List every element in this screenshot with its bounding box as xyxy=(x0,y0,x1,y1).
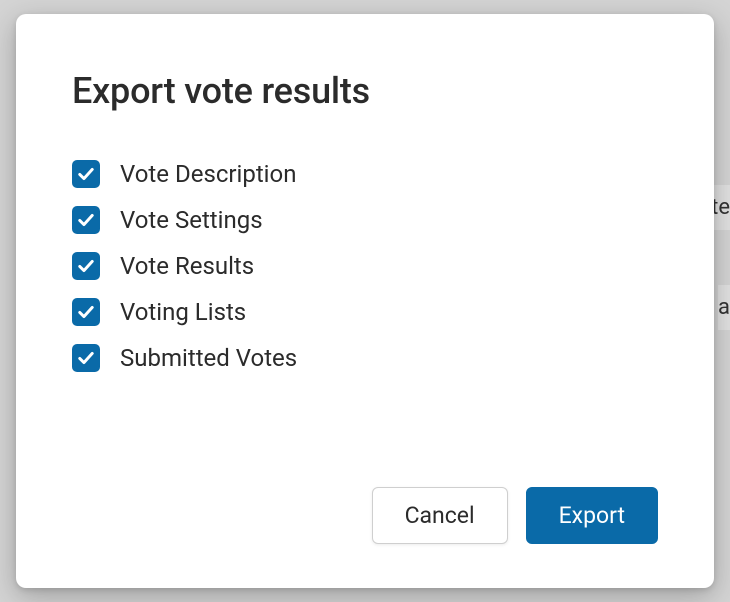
checkbox-checked-icon xyxy=(72,206,100,234)
option-vote-description[interactable]: Vote Description xyxy=(72,160,658,188)
option-label: Submitted Votes xyxy=(120,344,297,372)
export-dialog: Export vote results Vote Description Vot… xyxy=(16,14,714,588)
option-label: Vote Settings xyxy=(120,206,263,234)
dialog-title: Export vote results xyxy=(72,70,658,112)
background-text: a xyxy=(718,285,730,330)
option-label: Voting Lists xyxy=(120,298,246,326)
checkbox-checked-icon xyxy=(72,252,100,280)
export-button[interactable]: Export xyxy=(526,487,658,544)
checkbox-checked-icon xyxy=(72,298,100,326)
option-voting-lists[interactable]: Voting Lists xyxy=(72,298,658,326)
option-vote-results[interactable]: Vote Results xyxy=(72,252,658,280)
option-submitted-votes[interactable]: Submitted Votes xyxy=(72,344,658,372)
option-label: Vote Results xyxy=(120,252,254,280)
export-options-list: Vote Description Vote Settings Vote Resu… xyxy=(72,160,658,459)
checkbox-checked-icon xyxy=(72,344,100,372)
option-vote-settings[interactable]: Vote Settings xyxy=(72,206,658,234)
option-label: Vote Description xyxy=(120,160,296,188)
cancel-button[interactable]: Cancel xyxy=(372,487,508,544)
dialog-actions: Cancel Export xyxy=(72,487,658,544)
checkbox-checked-icon xyxy=(72,160,100,188)
